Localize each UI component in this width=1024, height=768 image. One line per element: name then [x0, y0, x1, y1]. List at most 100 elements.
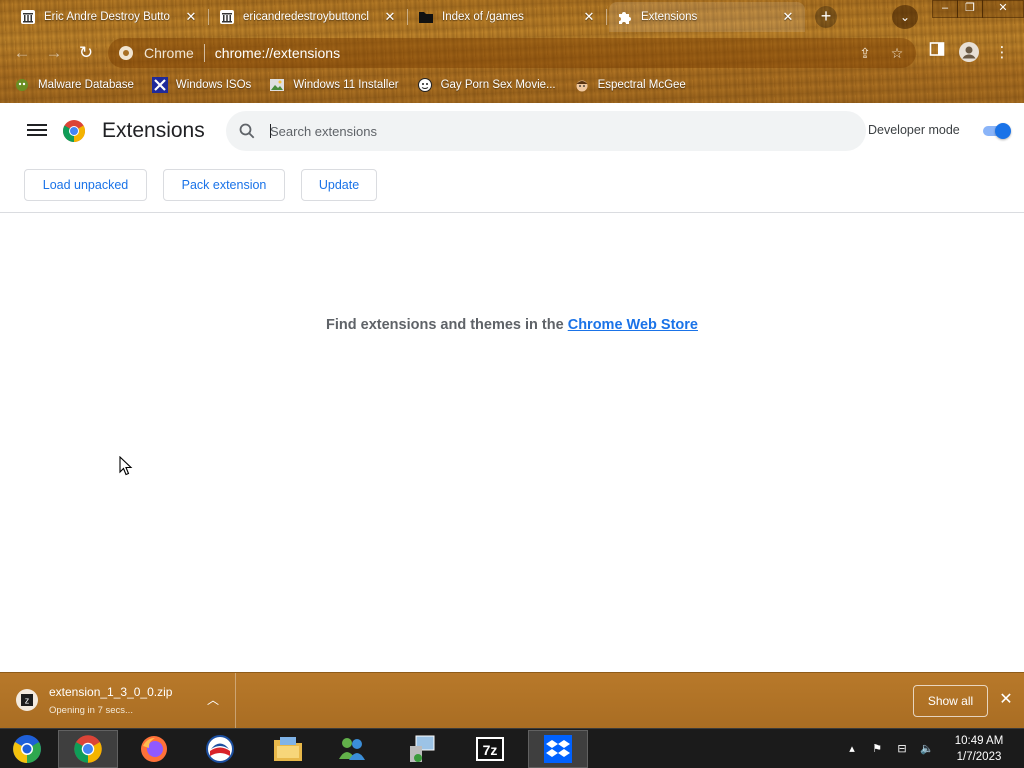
show-hidden-icons-chevron-icon[interactable]: ▴	[843, 740, 861, 758]
bookmark-windows-isos[interactable]: Windows ISOs	[151, 77, 252, 93]
archive-building-icon	[219, 9, 235, 25]
browser-frame: Eric Andre Destroy Butto ✕ ericandredest…	[0, 0, 1024, 103]
tab-extensions[interactable]: Extensions ✕	[609, 2, 805, 32]
forward-arrow-icon[interactable]: →	[42, 41, 66, 65]
bookmark-label: Malware Database	[38, 79, 134, 91]
reload-icon[interactable]: ↻	[74, 41, 98, 65]
taskbar-clock[interactable]: 10:49 AM 1/7/2023	[946, 733, 1012, 765]
share-icon[interactable]: ⇪	[856, 44, 874, 62]
taskbar-firefox-icon[interactable]	[124, 730, 184, 768]
omnibox-divider	[203, 44, 205, 62]
windows-taskbar: 7z ▴ ⚑ ⊟ 🔈 10:49 AM 1/7/2023	[0, 728, 1024, 768]
extensions-page: Extensions Developer mode Load unpacked …	[0, 103, 1024, 672]
close-icon[interactable]: ✕	[383, 10, 397, 24]
chevron-up-icon[interactable]: ︿	[206, 693, 220, 707]
site-chip-label: Chrome	[144, 45, 194, 61]
bookmark-label: Windows 11 Installer	[293, 79, 399, 91]
chrome-chip-icon	[119, 46, 133, 60]
network-icon[interactable]: ⊟	[893, 740, 911, 758]
show-all-button[interactable]: Show all	[913, 685, 988, 717]
chrome-logo-icon	[63, 120, 85, 142]
tab-title: Eric Andre Destroy Butto	[44, 11, 170, 23]
empty-state-message: Find extensions and themes in the Chrome…	[0, 317, 1024, 333]
cartoon-face-icon	[417, 77, 433, 93]
profile-avatar-icon[interactable]	[957, 41, 981, 65]
hamburger-menu-icon[interactable]	[27, 121, 47, 139]
bookmark-malware-database[interactable]: Malware Database	[14, 77, 134, 93]
close-icon[interactable]: ✕	[998, 692, 1014, 708]
new-tab-plus-icon[interactable]: +	[815, 6, 837, 28]
bookmarks-bar: Malware Database Windows ISOs Windows 11…	[0, 73, 1024, 97]
tab-title: Extensions	[641, 11, 698, 23]
action-center-flag-icon[interactable]: ⚑	[868, 740, 886, 758]
puzzle-icon	[617, 9, 633, 25]
text-caret	[270, 124, 271, 138]
download-status: Opening in 7 secs...	[49, 705, 133, 716]
taskbar-dropbox-icon[interactable]	[528, 730, 588, 768]
svg-text:z: z	[25, 696, 30, 706]
search-icon	[239, 123, 255, 139]
clock-time: 10:49 AM	[954, 735, 1004, 747]
close-icon[interactable]: ✕	[781, 10, 795, 24]
taskbar-obama-logo-icon[interactable]	[190, 730, 250, 768]
download-shelf: z extension_1_3_0_0.zip Opening in 7 sec…	[0, 672, 1024, 729]
tab-divider	[407, 9, 408, 25]
browser-toolbar: ← → ↻ Chrome chrome://extensions ⇪ ☆ ⋮	[0, 36, 1024, 70]
bookmark-label: Windows ISOs	[175, 79, 252, 91]
developer-mode-toggle[interactable]	[981, 123, 1011, 139]
start-chrome-os-logo-icon[interactable]	[0, 730, 54, 768]
toggle-knob	[995, 123, 1011, 139]
svg-text:7z: 7z	[483, 742, 498, 758]
image-thumb-icon	[269, 77, 285, 93]
tab-strip: Eric Andre Destroy Butto ✕ ericandredest…	[0, 0, 1024, 34]
tab-search-chevron-icon[interactable]: ⌄	[892, 5, 918, 29]
taskbar-7zip-icon[interactable]: 7z	[460, 730, 520, 768]
taskbar-network-share-icon[interactable]	[392, 730, 452, 768]
clock-date: 1/7/2023	[956, 751, 1002, 763]
cartoon-face-icon	[574, 77, 590, 93]
back-arrow-icon[interactable]: ←	[10, 41, 34, 65]
page-title: Extensions	[102, 119, 205, 142]
url-text[interactable]: chrome://extensions	[215, 45, 340, 61]
update-button[interactable]: Update	[301, 169, 377, 201]
bookmark-espectral-mcgee[interactable]: Espectral McGee	[574, 77, 686, 93]
tab-divider	[208, 9, 209, 25]
search-input[interactable]	[270, 120, 830, 142]
bookmark-movie-site[interactable]: Gay Porn Sex Movie...	[417, 77, 556, 93]
developer-toolbar: Load unpacked Pack extension Update	[0, 159, 1024, 213]
chrome-web-store-link[interactable]: Chrome Web Store	[568, 317, 698, 333]
malware-icon	[14, 77, 30, 93]
taskbar-windows-live-messenger-icon[interactable]	[322, 730, 382, 768]
window-controls: – ❐ ✕	[932, 0, 1024, 18]
window-close-icon[interactable]: ✕	[982, 0, 1024, 18]
site-chip[interactable]: Chrome	[108, 45, 194, 61]
bookmark-windows-11-installer[interactable]: Windows 11 Installer	[269, 77, 399, 93]
x-logo-icon	[151, 77, 168, 93]
taskbar-chrome-icon[interactable]	[58, 730, 118, 768]
restore-icon[interactable]: ❐	[957, 0, 983, 18]
tab-eric-andre[interactable]: Eric Andre Destroy Butto ✕	[12, 2, 208, 32]
folder-icon	[418, 9, 434, 25]
tab-divider	[606, 9, 607, 25]
empty-state-text: Find extensions and themes in the	[326, 317, 564, 333]
address-bar[interactable]: Chrome chrome://extensions ⇪ ☆	[108, 38, 916, 68]
minimize-icon[interactable]: –	[932, 0, 958, 18]
close-icon[interactable]: ✕	[184, 10, 198, 24]
system-tray: ▴ ⚑ ⊟ 🔈	[843, 735, 943, 763]
tab-index-of-games[interactable]: Index of /games ✕	[410, 2, 606, 32]
volume-icon[interactable]: 🔈	[918, 740, 936, 758]
close-icon[interactable]: ✕	[582, 10, 596, 24]
download-item[interactable]: z extension_1_3_0_0.zip Opening in 7 sec…	[0, 673, 236, 729]
bookmark-label: Espectral McGee	[597, 79, 686, 91]
zip-file-icon: z	[16, 689, 38, 711]
bookmark-star-icon[interactable]: ☆	[888, 44, 906, 62]
bookmark-label: Gay Porn Sex Movie...	[440, 79, 556, 91]
search-box[interactable]	[226, 111, 866, 151]
pack-extension-button[interactable]: Pack extension	[163, 169, 285, 201]
side-panel-icon[interactable]	[925, 41, 949, 65]
tab-ericandredestroybutton[interactable]: ericandredestroybuttoncl ✕	[211, 2, 407, 32]
load-unpacked-button[interactable]: Load unpacked	[24, 169, 147, 201]
menu-kebab-icon[interactable]: ⋮	[990, 41, 1014, 65]
taskbar-file-explorer-icon[interactable]	[258, 730, 318, 768]
tab-title: Index of /games	[442, 11, 524, 23]
